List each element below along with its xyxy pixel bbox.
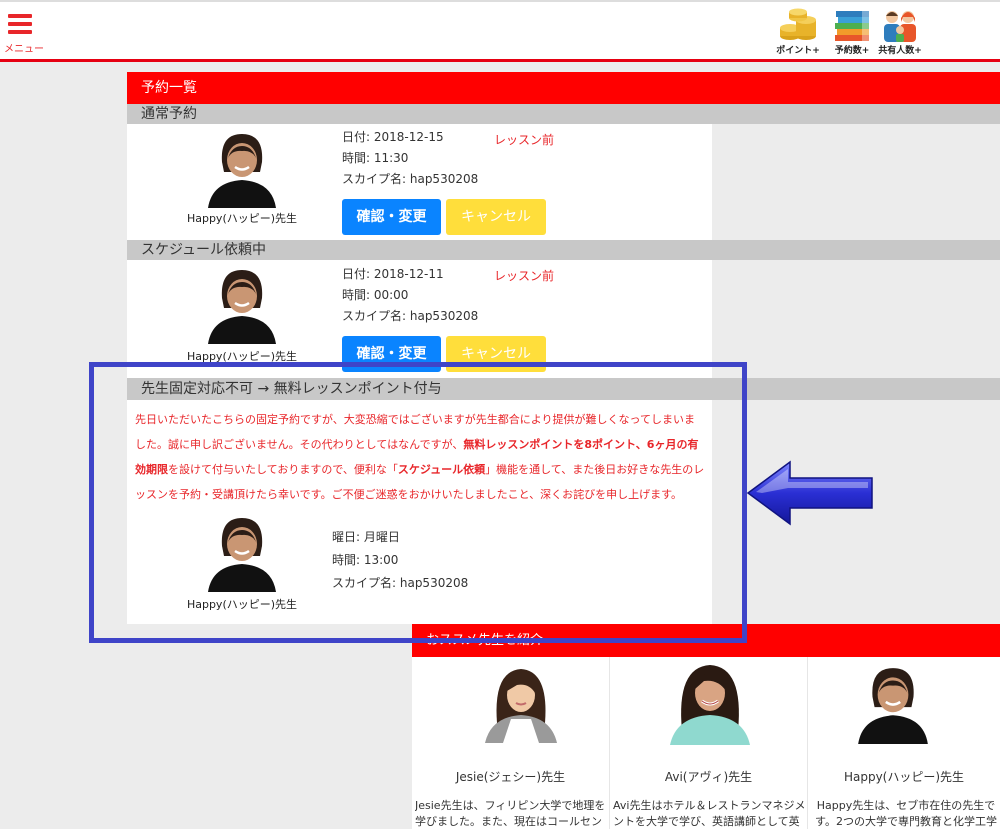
books-icon [835,11,869,41]
reservations-title: 予約一覧 [127,72,1000,104]
fixed-unavailable-title: 先生固定対応不可 → 無料レッスンポイント付与 [127,378,1000,400]
pointer-arrow-icon [746,460,873,526]
recommended-teacher-card[interactable]: Jesie(ジェシー)先生 Jesie先生は、フィリピン大学で地理を学びました。… [412,657,610,829]
lesson-weekday: 曜日: 月曜日 [332,530,400,544]
family-icon [884,11,916,42]
top-header: メニュー ポイント+ 予約数+ 共有人数+ [0,0,1000,62]
menu-label: メニュー [4,44,44,55]
teacher-name: Happy(ハッピー)先生 [186,598,298,611]
teacher-name: Happy(ハッピー)先生 [186,212,298,225]
recommended-teacher-description: Jesie先生は、フィリピン大学で地理を学びました。また、現在はコールセン [415,799,606,828]
reservation-skype: スカイプ名: hap530208 [342,309,479,323]
recommended-teacher-card[interactable]: Avi(アヴィ)先生 Avi先生はホテル＆レストランマネジメントを大学で学び、英… [610,657,808,829]
confirm-change-button[interactable]: 確認・変更 [342,336,441,372]
menu-button[interactable]: メニュー [4,11,48,57]
shared-users-label: 共有人数+ [878,46,922,56]
recommended-teacher-name: Avi(アヴィ)先生 [664,770,753,784]
points-button[interactable]: ポイント+ [772,8,824,60]
recommended-teacher-description: Happy先生は、セブ市在住の先生です。2つの大学で専門教育と化学工学を [815,799,997,828]
reservation-date: 日付: 2018-12-15 [342,130,444,144]
teacher-photo [852,661,934,745]
hamburger-icon [8,14,32,36]
recommended-teacher-description: Avi先生はホテル＆レストランマネジメントを大学で学び、英語講師として英 [613,799,806,828]
reservations-count-button[interactable]: 予約数+ [826,8,878,60]
shared-users-button[interactable]: 共有人数+ [874,8,926,60]
reservations-count-label: 予約数+ [834,46,870,56]
reservation-date: 日付: 2018-12-11 [342,267,444,281]
teacher-photo[interactable] [202,512,282,592]
teacher-photo [666,661,754,745]
reservation-time: 時間: 11:30 [342,151,409,165]
teacher-name: Happy(ハッピー)先生 [186,350,298,363]
teacher-photo [481,663,561,743]
points-label: ポイント+ [776,46,820,56]
confirm-change-button[interactable]: 確認・変更 [342,199,441,235]
schedule-request-card: Happy(ハッピー)先生 日付: 2018-12-11 時間: 00:00 ス… [127,260,712,378]
reservation-time: 時間: 00:00 [342,288,409,302]
reservation-skype: スカイプ名: hap530208 [342,172,479,186]
fixed-unavailable-card: 先日いただいたこちらの固定予約ですが、大変恐縮ではございますが先生都合により提供… [127,400,712,624]
recommended-teacher-name: Happy(ハッピー)先生 [843,770,965,784]
regular-reservation-title: 通常予約 [127,104,1000,124]
lesson-status: レッスン前 [494,133,555,147]
schedule-request-title: スケジュール依頼中 [127,240,1000,260]
regular-reservation-card: Happy(ハッピー)先生 日付: 2018-12-15 時間: 11:30 ス… [127,124,712,240]
lesson-time: 時間: 13:00 [332,553,399,567]
teacher-photo[interactable] [202,264,282,344]
notice-text: 先日いただいたこちらの固定予約ですが、大変恐縮ではございますが先生都合により提供… [135,413,705,501]
recommended-teacher-card[interactable]: Happy(ハッピー)先生 Happy先生は、セブ市在住の先生です。2つの大学で… [808,657,1000,829]
coins-icon [780,8,816,40]
lesson-status: レッスン前 [494,269,555,283]
lesson-skype: スカイプ名: hap530208 [332,576,469,590]
recommended-teacher-name: Jesie(ジェシー)先生 [455,770,566,784]
recommended-title: おススメ先生を紹介 [412,624,1000,657]
cancel-button[interactable]: キャンセル [446,199,546,235]
teacher-photo[interactable] [202,128,282,208]
cancel-button[interactable]: キャンセル [446,336,546,372]
